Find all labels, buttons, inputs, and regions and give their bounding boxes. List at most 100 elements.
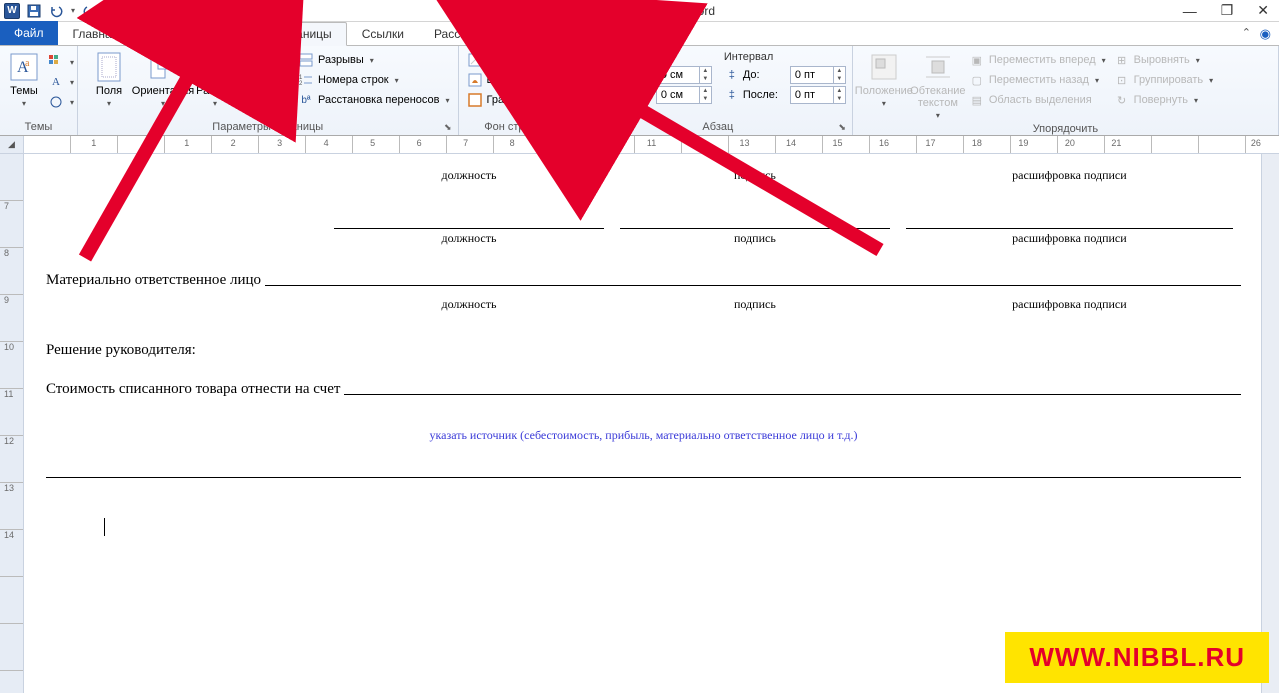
page-setup-launcher[interactable]: ⬊	[444, 122, 452, 133]
indent-right-icon: ⇤	[590, 88, 606, 102]
horizontal-ruler[interactable]: 112345678910111213141516171819202126	[24, 136, 1279, 153]
horizontal-ruler-wrap: ◢ 112345678910111213141516171819202126	[0, 136, 1279, 154]
rotate-button: ↻Повернуть▾	[1112, 91, 1216, 109]
orientation-button[interactable]: Ориентация▾	[138, 49, 188, 110]
theme-colors-button[interactable]: ▾	[46, 53, 76, 71]
selection-pane-icon: ▤	[969, 92, 985, 108]
group-arrange-label: Упорядочить	[859, 122, 1272, 136]
hyphenation-label: Расстановка переносов	[318, 94, 439, 106]
signature-caption: подпись	[612, 168, 898, 183]
effects-icon	[48, 94, 64, 110]
tab-page-layout[interactable]: Разметка страницы	[208, 22, 347, 46]
group-page-background-label: Фон страницы	[465, 120, 577, 134]
orientation-icon	[147, 51, 179, 83]
undo-icon[interactable]	[46, 2, 66, 20]
fonts-icon: A	[48, 74, 64, 90]
group-themes-label: Темы	[6, 120, 71, 134]
group-page-setup: Поля▾ Ориентация▾ Размер▾ Колонки▾ Разры…	[78, 46, 459, 135]
window-title: Документ2 - Microsoft Word	[564, 4, 715, 18]
columns-label: Колонки	[246, 85, 288, 97]
watermark-button[interactable]: Подложка▾	[465, 51, 577, 69]
page-color-button[interactable]: Цвет страницы▾	[465, 71, 577, 89]
bring-forward-button: ▣Переместить вперед▾	[967, 51, 1108, 69]
wrap-text-icon	[922, 51, 954, 83]
bring-forward-icon: ▣	[969, 52, 985, 68]
redo-icon[interactable]	[80, 2, 100, 20]
tab-references[interactable]: Ссылки	[347, 21, 419, 45]
size-button[interactable]: Размер▾	[192, 49, 238, 110]
tab-mailings[interactable]: Рассылки	[419, 21, 503, 45]
spacing-after-icon: ‡	[724, 88, 740, 102]
position-button: Положение▾	[859, 49, 909, 110]
paragraph-launcher[interactable]: ⬊	[838, 122, 846, 133]
themes-button[interactable]: Aa Темы ▾	[6, 49, 42, 110]
line-numbers-label: Номера строк	[318, 74, 389, 86]
group-themes: Aa Темы ▾ ▾ A▾ ▾ Темы	[0, 46, 78, 135]
help-icon[interactable]: ◉	[1260, 26, 1271, 42]
spacing-before-input[interactable]: 0 пт▲▼	[790, 66, 846, 84]
title-bar: W ▾ ▾ Документ2 - Microsoft Word — ❐ ✕	[0, 0, 1279, 22]
theme-fonts-button[interactable]: A▾	[46, 73, 76, 91]
group-page-background: Подложка▾ Цвет страницы▾ Границы страниц…	[459, 46, 584, 135]
selection-pane-button[interactable]: ▤Область выделения	[967, 91, 1108, 109]
page-borders-button[interactable]: Границы страниц	[465, 91, 577, 109]
signature-caption: подпись	[612, 297, 898, 312]
close-button[interactable]: ✕	[1251, 2, 1275, 19]
page-color-icon	[467, 72, 483, 88]
position-caption: должность	[326, 231, 612, 246]
tab-view[interactable]: Вид	[625, 21, 677, 45]
minimize-ribbon-icon[interactable]: ⌃	[1242, 26, 1251, 39]
svg-text:2: 2	[299, 81, 303, 87]
orientation-label: Ориентация	[132, 85, 194, 97]
page-borders-icon	[467, 92, 483, 108]
themes-label: Темы	[10, 85, 38, 97]
tab-home[interactable]: Главная	[58, 21, 134, 45]
tab-insert[interactable]: Вставка	[133, 21, 208, 45]
margins-button[interactable]: Поля▾	[84, 49, 134, 110]
file-tab[interactable]: Файл	[0, 21, 58, 45]
spacing-header: Интервал	[724, 51, 846, 64]
indent-left-label: Слева:	[609, 69, 653, 81]
size-label: Размер	[196, 85, 234, 97]
indent-left-input[interactable]: 0 см▲▼	[656, 66, 712, 84]
maximize-button[interactable]: ❐	[1215, 2, 1240, 19]
tab-review[interactable]: Рецензирование	[503, 21, 626, 45]
horizontal-line	[46, 477, 1241, 478]
decipher-caption: расшифровка подписи	[898, 168, 1241, 183]
themes-icon: Aa	[8, 51, 40, 83]
ruler-corner[interactable]: ◢	[0, 136, 24, 153]
footnote-text: указать источник (себестоимость, прибыль…	[46, 428, 1241, 443]
vertical-scrollbar[interactable]	[1261, 154, 1279, 693]
undo-dropdown-icon[interactable]: ▾	[68, 2, 78, 20]
position-label: Положение	[855, 85, 913, 97]
size-icon	[199, 51, 231, 83]
ribbon: Aa Темы ▾ ▾ A▾ ▾ Темы Поля▾ Ориентация▾	[0, 46, 1279, 136]
indent-header: Отступ	[590, 51, 712, 64]
word-app-icon[interactable]: W	[2, 2, 22, 20]
text-cursor	[104, 518, 105, 536]
group-paragraph-label: Абзац⬊	[590, 120, 846, 134]
document-page[interactable]: должность подпись расшифровка подписи до…	[24, 154, 1261, 693]
align-button: ⊞Выровнять▾	[1112, 51, 1216, 69]
spacing-before-icon: ‡	[724, 68, 740, 82]
qat-customize-icon[interactable]: ▾	[102, 2, 122, 20]
spacing-after-input[interactable]: 0 пт▲▼	[790, 86, 846, 104]
minimize-button[interactable]: —	[1177, 3, 1203, 19]
vertical-ruler[interactable]: 7891011121314	[0, 154, 24, 693]
columns-button[interactable]: Колонки▾	[242, 49, 292, 110]
theme-effects-button[interactable]: ▾	[46, 93, 76, 111]
save-icon[interactable]	[24, 2, 44, 20]
responsible-person-text: Материально ответственное лицо	[46, 272, 261, 289]
page-color-label: Цвет страницы	[487, 74, 564, 86]
margins-icon	[93, 51, 125, 83]
hyphenation-button[interactable]: bªРасстановка переносов▾	[296, 91, 452, 109]
breaks-button[interactable]: Разрывы▾	[296, 51, 452, 69]
position-caption: должность	[326, 168, 612, 183]
line-numbers-button[interactable]: 12Номера строк▾	[296, 71, 452, 89]
cost-line-text: Стоимость списанного товара отнести на с…	[46, 381, 340, 398]
indent-right-input[interactable]: 0 см▲▼	[656, 86, 712, 104]
rotate-icon: ↻	[1114, 92, 1130, 108]
wrap-text-button: Обтекание текстом▾	[913, 49, 963, 122]
margins-label: Поля	[96, 85, 122, 97]
group-icon: ⊡	[1114, 72, 1130, 88]
